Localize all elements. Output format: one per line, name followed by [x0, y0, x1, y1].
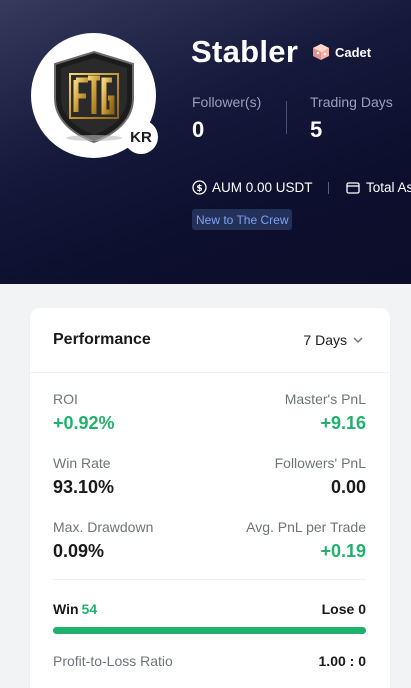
svg-text:$: $ — [196, 184, 202, 194]
max-drawdown-label: Max. Drawdown — [53, 519, 154, 535]
aum-divider — [328, 182, 329, 194]
win-number: 54 — [81, 601, 98, 617]
profit-loss-ratio-label: Profit-to-Loss Ratio — [53, 653, 173, 669]
total-assets-info: Total As — [346, 180, 411, 195]
rank-badge[interactable]: Cadet — [311, 43, 371, 61]
roi-label: ROI — [53, 391, 78, 407]
trader-name: Stabler — [191, 34, 299, 69]
roi-value: +0.92% — [53, 413, 115, 433]
aum-info: $ AUM 0.00 USDT — [192, 180, 313, 195]
total-assets-label: Total As — [366, 180, 411, 195]
master-pnl-value: +9.16 — [320, 413, 366, 433]
lose-number: 0 — [358, 601, 366, 617]
status-tag: New to The Crew — [192, 209, 293, 230]
profit-loss-ratio-value: 1.00 : 0 — [318, 653, 366, 669]
cube-icon — [313, 44, 329, 60]
win-rate-value: 93.10% — [53, 477, 115, 497]
lose-count: Lose 0 — [322, 601, 366, 617]
period-selector[interactable]: 7 Days — [303, 332, 363, 348]
period-label: 7 Days — [303, 332, 347, 348]
win-rate-label: Win Rate — [53, 455, 111, 471]
avg-pnl-label: Avg. PnL per Trade — [246, 519, 366, 535]
trading-days-label: Trading Days — [310, 94, 393, 110]
win-count: Win 54 — [53, 601, 97, 617]
lose-label: Lose — [321, 601, 355, 617]
country-badge: KR — [124, 120, 158, 154]
win-bar-fill — [53, 627, 366, 634]
profile-header: KR Stabler Cadet Follower(s) 0 Trading D… — [0, 0, 411, 284]
avg-pnl-value: +0.19 — [320, 541, 366, 561]
metrics-divider — [53, 579, 366, 580]
header-divider — [30, 372, 390, 373]
win-label: Win — [53, 601, 79, 617]
followers-pnl-value: 0.00 — [330, 477, 366, 497]
aum-label: AUM 0.00 USDT — [212, 180, 313, 195]
chevron-down-icon — [353, 337, 363, 343]
dollar-circle-icon: $ — [192, 180, 207, 195]
performance-title: Performance — [53, 331, 151, 348]
followers-value: 0 — [192, 117, 205, 142]
stats-divider — [286, 101, 287, 134]
max-drawdown-value: 0.09% — [53, 541, 105, 561]
master-pnl-label: Master's PnL — [284, 391, 366, 407]
win-lose-bar — [53, 627, 366, 634]
rank-label: Cadet — [335, 44, 372, 60]
wallet-icon — [346, 181, 360, 194]
shield-logo-icon — [53, 50, 134, 143]
performance-card: Performance 7 Days ROI +0.92% Master's P… — [30, 308, 390, 688]
trading-days-value: 5 — [310, 117, 323, 142]
followers-pnl-label: Followers' PnL — [274, 455, 366, 471]
followers-label: Follower(s) — [192, 94, 262, 110]
